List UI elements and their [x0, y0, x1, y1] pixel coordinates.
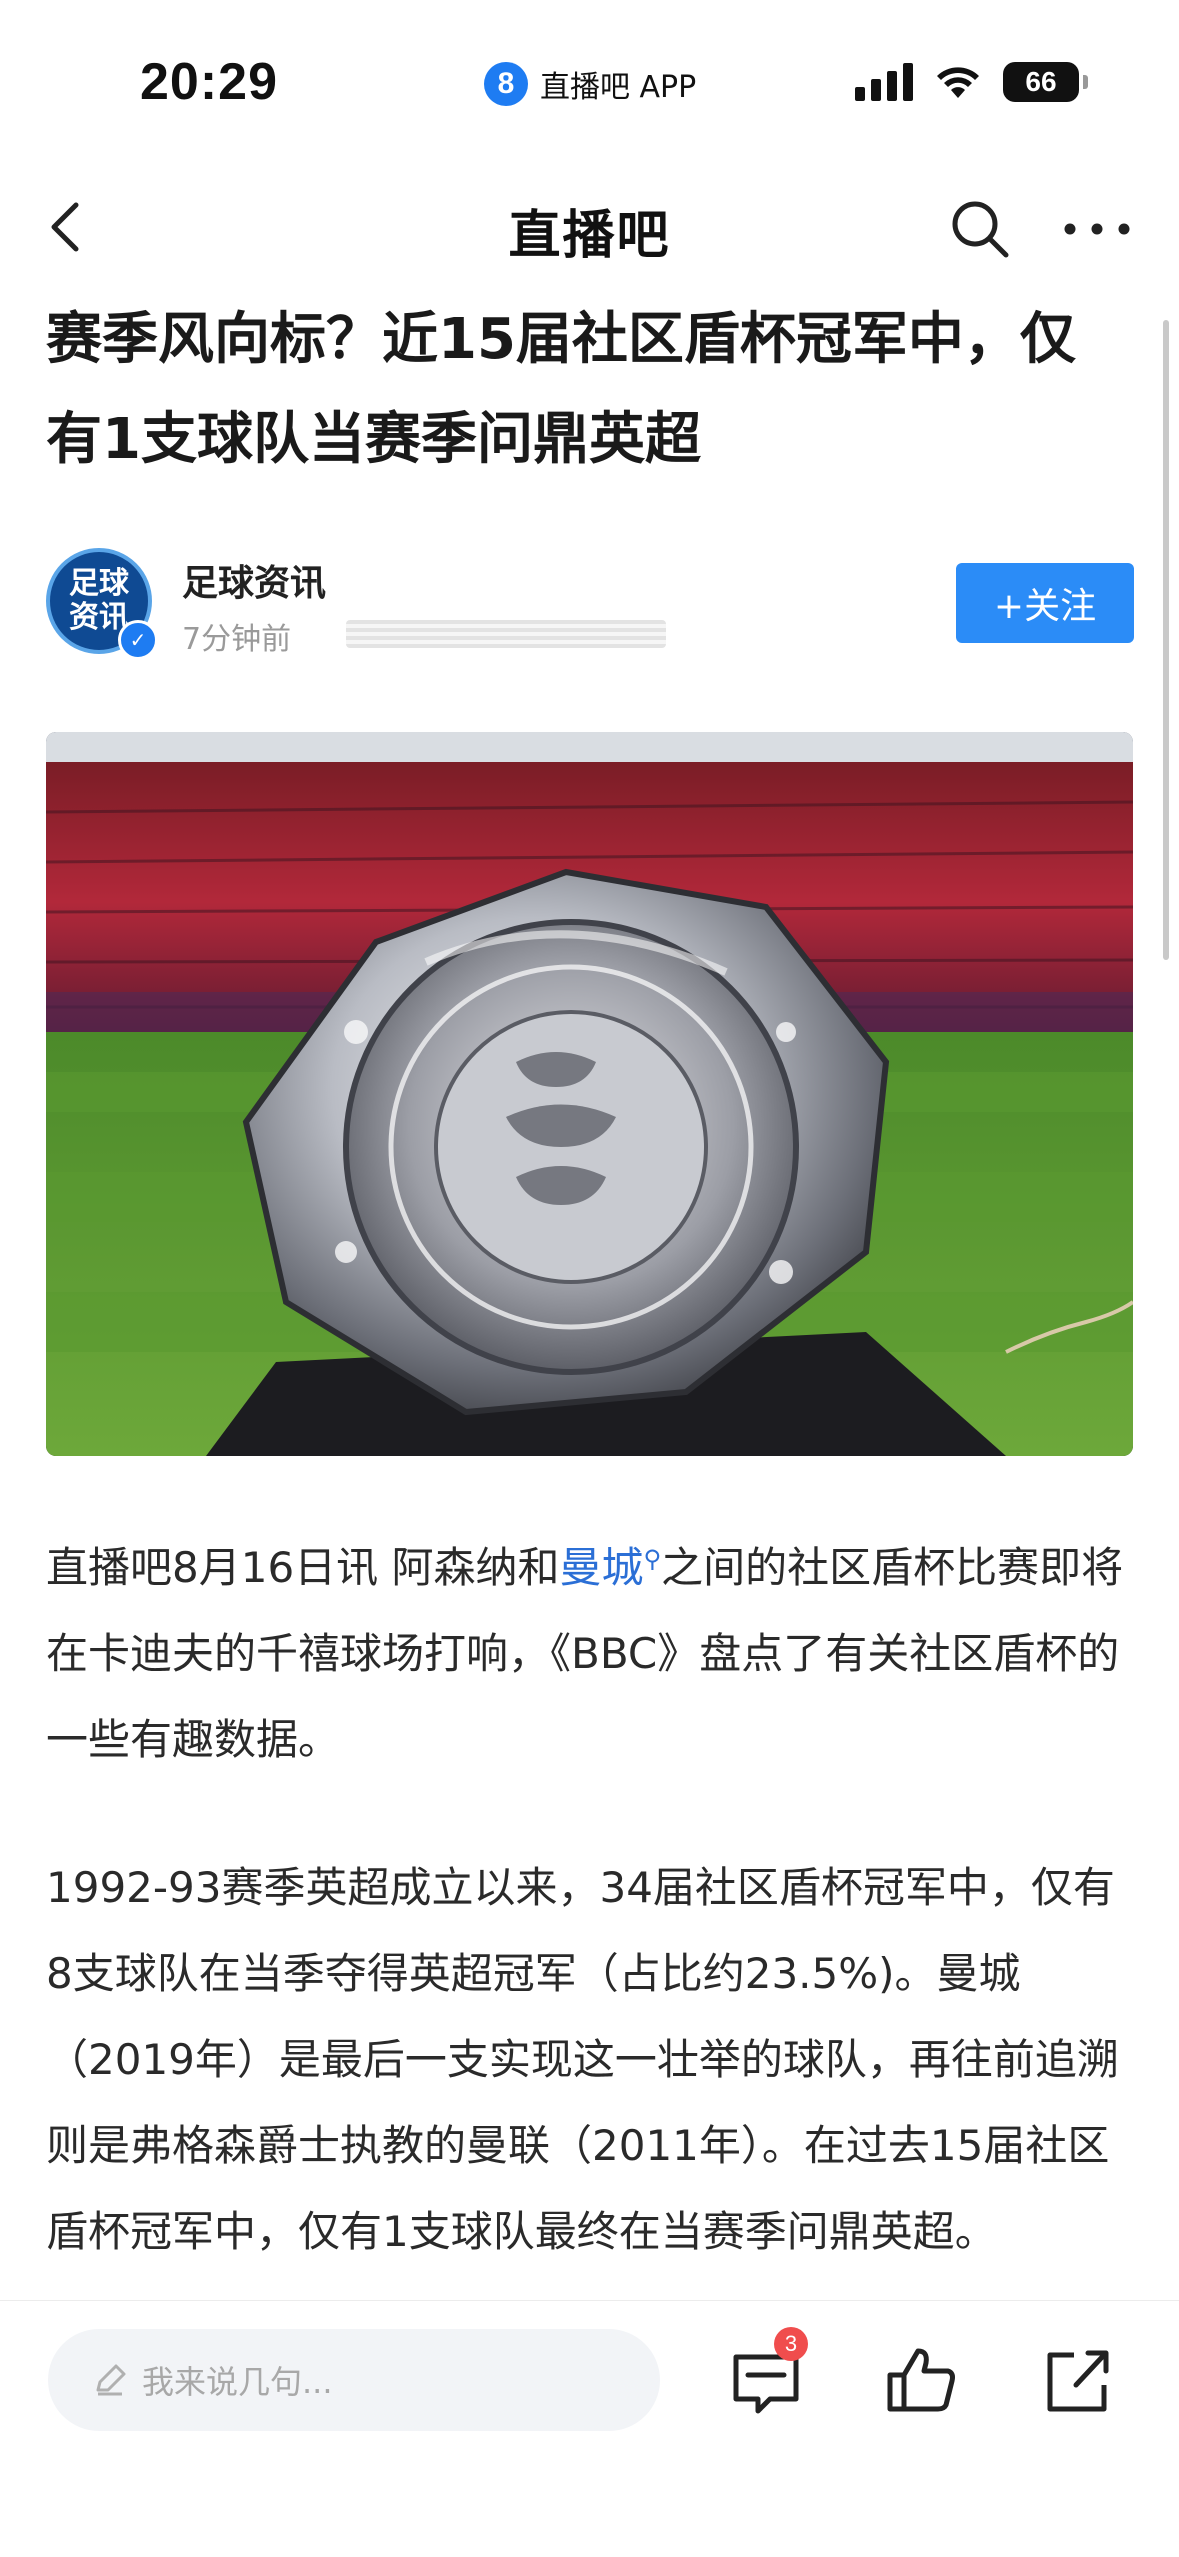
- author-row: 足球 资讯 ✓ 足球资讯 7分钟前 +关注: [46, 548, 1136, 668]
- post-time: 7分钟前: [182, 622, 292, 657]
- status-bar: 20:29 8 直播吧 APP 66: [0, 0, 1179, 175]
- hero-image[interactable]: [46, 732, 1133, 1456]
- bottom-action-bar: 我来说几句... 3: [0, 2300, 1179, 2557]
- paragraph-1: 直播吧8月16日讯 阿森纳和曼城⚲之间的社区盾杯比赛即将在卡迪夫的千禧球场打响，…: [46, 1516, 1136, 1783]
- verified-check-icon: ✓: [118, 620, 158, 660]
- cellular-signal-icon: [855, 63, 913, 101]
- comment-count-badge: 3: [774, 2327, 808, 2361]
- paragraph-2: 1992-93赛季英超成立以来，34届社区盾杯冠军中，仅有8支球队在当季夺得英超…: [46, 1863, 1119, 2256]
- thumbs-up-icon: [887, 2348, 955, 2412]
- status-app-indicator[interactable]: 8 直播吧 APP: [484, 62, 696, 106]
- status-app-name: 直播吧 APP: [540, 70, 697, 105]
- comment-input[interactable]: 我来说几句...: [48, 2329, 660, 2431]
- wifi-icon: [937, 67, 979, 98]
- author-name[interactable]: 足球资讯: [182, 554, 326, 606]
- pencil-icon: [96, 2364, 126, 2396]
- follow-button[interactable]: +关注: [956, 563, 1134, 643]
- avatar-text-top: 足球: [69, 566, 129, 601]
- comment-placeholder: 我来说几句...: [142, 2363, 333, 2401]
- article-title: 赛季风向标？近15届社区盾杯冠军中，仅有1支球队当赛季问鼎英超: [46, 307, 1076, 472]
- scrollbar[interactable]: [1163, 320, 1169, 960]
- search-link-icon[interactable]: ⚲: [644, 1545, 662, 1573]
- more-options-icon[interactable]: [1060, 197, 1134, 261]
- redacted-text: [346, 620, 666, 648]
- team-link-mancity[interactable]: 曼城: [560, 1543, 644, 1592]
- status-indicators: 66: [855, 62, 1088, 102]
- like-button[interactable]: [882, 2341, 962, 2421]
- search-icon[interactable]: [948, 197, 1012, 261]
- trophy-photo: [46, 732, 1133, 1456]
- app-logo-icon: 8: [484, 62, 528, 106]
- comments-button[interactable]: 3: [726, 2327, 808, 2421]
- share-icon: [1047, 2350, 1109, 2412]
- article-body: 直播吧8月16日讯 阿森纳和曼城⚲之间的社区盾杯比赛即将在卡迪夫的千禧球场打响，…: [46, 1516, 1136, 2337]
- share-button[interactable]: [1038, 2341, 1118, 2421]
- status-time: 20:29: [140, 53, 278, 111]
- battery-icon: 66: [1003, 62, 1088, 102]
- paragraph-1-lead: 直播吧8月16日讯 阿森纳和: [46, 1543, 560, 1592]
- nav-bar: 直播吧: [0, 175, 1179, 285]
